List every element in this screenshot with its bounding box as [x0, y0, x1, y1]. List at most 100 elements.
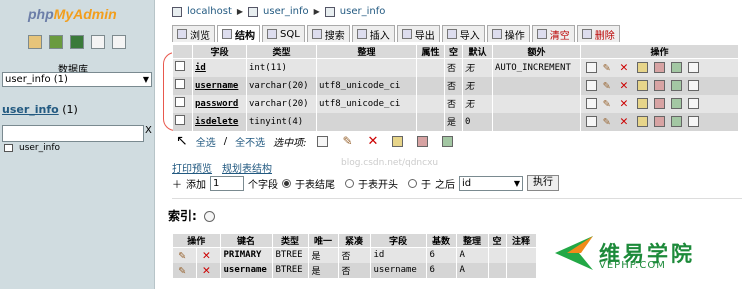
- after-field-select[interactable]: id ▼: [459, 175, 523, 191]
- unique-icon[interactable]: [654, 62, 665, 74]
- sidebar-table-item[interactable]: user_info: [4, 143, 60, 153]
- delete-icon: [581, 29, 592, 39]
- row-checkbox-cell: [172, 94, 193, 113]
- breadcrumb-server[interactable]: localhost: [187, 6, 232, 17]
- propose-structure-link[interactable]: 规划表结构: [222, 160, 272, 175]
- edit-icon[interactable]: ✎: [603, 79, 614, 91]
- at-end-radio[interactable]: [282, 178, 291, 188]
- tab-browse[interactable]: 浏览: [172, 25, 215, 42]
- primary-key-icon[interactable]: [637, 116, 648, 127]
- database-count: (1): [62, 103, 78, 116]
- row-checkbox-cell: [172, 58, 193, 77]
- after-field-value: id: [462, 177, 472, 189]
- table-filter-input[interactable]: [2, 125, 144, 142]
- breadcrumb-database[interactable]: user_info: [263, 6, 309, 17]
- row-checkbox[interactable]: [174, 115, 185, 125]
- primary-selected-icon[interactable]: [392, 135, 404, 147]
- tab-export[interactable]: 导出: [396, 25, 440, 42]
- primary-key-icon[interactable]: [637, 98, 648, 109]
- tab-insert[interactable]: 插入: [351, 25, 395, 42]
- field-count-input[interactable]: 1: [210, 175, 244, 191]
- index-null: [488, 262, 507, 278]
- tab-structure[interactable]: 结构: [217, 25, 260, 42]
- edit-icon[interactable]: ✎: [179, 264, 190, 276]
- tab-sql[interactable]: SQL: [262, 25, 305, 42]
- unique-icon[interactable]: [654, 116, 665, 127]
- browse-values-icon[interactable]: [586, 98, 597, 109]
- drop-icon[interactable]: ✕: [620, 79, 631, 92]
- fulltext-icon[interactable]: [688, 62, 699, 74]
- fulltext-icon[interactable]: [688, 98, 699, 109]
- column-header: 空: [444, 44, 463, 59]
- column-header: 操作: [580, 44, 739, 59]
- check-all-link[interactable]: 全选: [196, 134, 216, 149]
- fulltext-icon[interactable]: [688, 116, 699, 127]
- database-link[interactable]: user_info: [2, 103, 59, 116]
- tab-operations[interactable]: 操作: [486, 25, 530, 42]
- unique-icon[interactable]: [654, 80, 665, 91]
- logout-icon[interactable]: [49, 35, 63, 49]
- field-default: 0: [462, 112, 493, 131]
- field-name: password: [192, 94, 247, 113]
- browse-values-icon[interactable]: [586, 116, 597, 127]
- row-checkbox[interactable]: [174, 79, 185, 89]
- row-checkbox[interactable]: [174, 61, 185, 72]
- index-icon[interactable]: [671, 116, 682, 127]
- breadcrumb-table[interactable]: user_info: [340, 6, 386, 17]
- index-unique: 是: [308, 247, 339, 263]
- drop-selected-icon[interactable]: ✕: [367, 135, 378, 148]
- query-window-icon[interactable]: [70, 35, 84, 49]
- index-icon[interactable]: [671, 62, 682, 74]
- at-start-radio[interactable]: [345, 178, 354, 188]
- column-header: 类型: [271, 233, 309, 248]
- after-radio[interactable]: [408, 178, 417, 188]
- primary-key-icon[interactable]: [637, 80, 648, 91]
- column-header: [172, 44, 193, 59]
- indexes-table: 操作 键名 类型 唯一 紧凑 字段 基数 整理 空 注释 ✎ ✕ PRIMARY…: [172, 233, 537, 278]
- browse-values-icon[interactable]: [586, 62, 597, 74]
- filter-clear-button[interactable]: X: [145, 125, 152, 136]
- docs-icon[interactable]: [91, 35, 105, 49]
- index-icon[interactable]: [671, 80, 682, 91]
- unique-icon[interactable]: [654, 98, 665, 109]
- brand-english: VEPHP.COM: [599, 260, 666, 271]
- browse-values-icon[interactable]: [586, 80, 597, 91]
- home-icon[interactable]: [28, 35, 42, 49]
- index-key: PRIMARY: [220, 247, 273, 263]
- edit-icon[interactable]: ✎: [603, 61, 614, 73]
- sidebar-table-label: user_info: [19, 143, 61, 153]
- tab-empty[interactable]: 清空: [531, 25, 575, 42]
- tab-label: 操作: [504, 30, 525, 42]
- field-type: tinyint(4): [246, 112, 317, 131]
- edit-icon[interactable]: ✎: [603, 115, 614, 127]
- tab-import[interactable]: 导入: [441, 25, 485, 42]
- field-extra: [492, 112, 581, 131]
- phpmyadmin-logo[interactable]: phpMyAdmin: [28, 6, 117, 22]
- primary-key-icon[interactable]: [637, 62, 648, 74]
- row-checkbox[interactable]: [174, 97, 185, 107]
- drop-icon[interactable]: ✕: [620, 61, 631, 74]
- database-select[interactable]: user_info (1) ▼: [2, 72, 152, 87]
- drop-icon[interactable]: ✕: [620, 97, 631, 110]
- help-icon[interactable]: [112, 35, 126, 49]
- edit-selected-icon[interactable]: ✎: [342, 135, 353, 147]
- tab-drop[interactable]: 删除: [576, 25, 620, 42]
- drop-icon[interactable]: ✕: [203, 249, 214, 262]
- index-icon[interactable]: [671, 98, 682, 109]
- fulltext-icon[interactable]: [688, 80, 699, 91]
- edit-icon[interactable]: ✎: [603, 97, 614, 109]
- table-row: password varchar(20) utf8_unicode_ci 否 无…: [172, 94, 739, 113]
- drop-icon[interactable]: ✕: [620, 115, 631, 128]
- index-selected-icon[interactable]: [442, 135, 454, 147]
- field-collation: [316, 58, 417, 77]
- edit-icon[interactable]: ✎: [179, 249, 190, 261]
- print-view-link[interactable]: 打印预览: [172, 160, 212, 175]
- drop-icon[interactable]: ✕: [203, 264, 214, 277]
- help-icon[interactable]: [204, 211, 215, 222]
- uncheck-all-link[interactable]: 全不选: [235, 134, 265, 149]
- unique-selected-icon[interactable]: [417, 135, 429, 147]
- browse-selected-icon[interactable]: [317, 135, 329, 147]
- field-extra: [492, 94, 581, 113]
- go-button[interactable]: 执行: [527, 175, 559, 191]
- tab-search[interactable]: 搜索: [306, 25, 350, 42]
